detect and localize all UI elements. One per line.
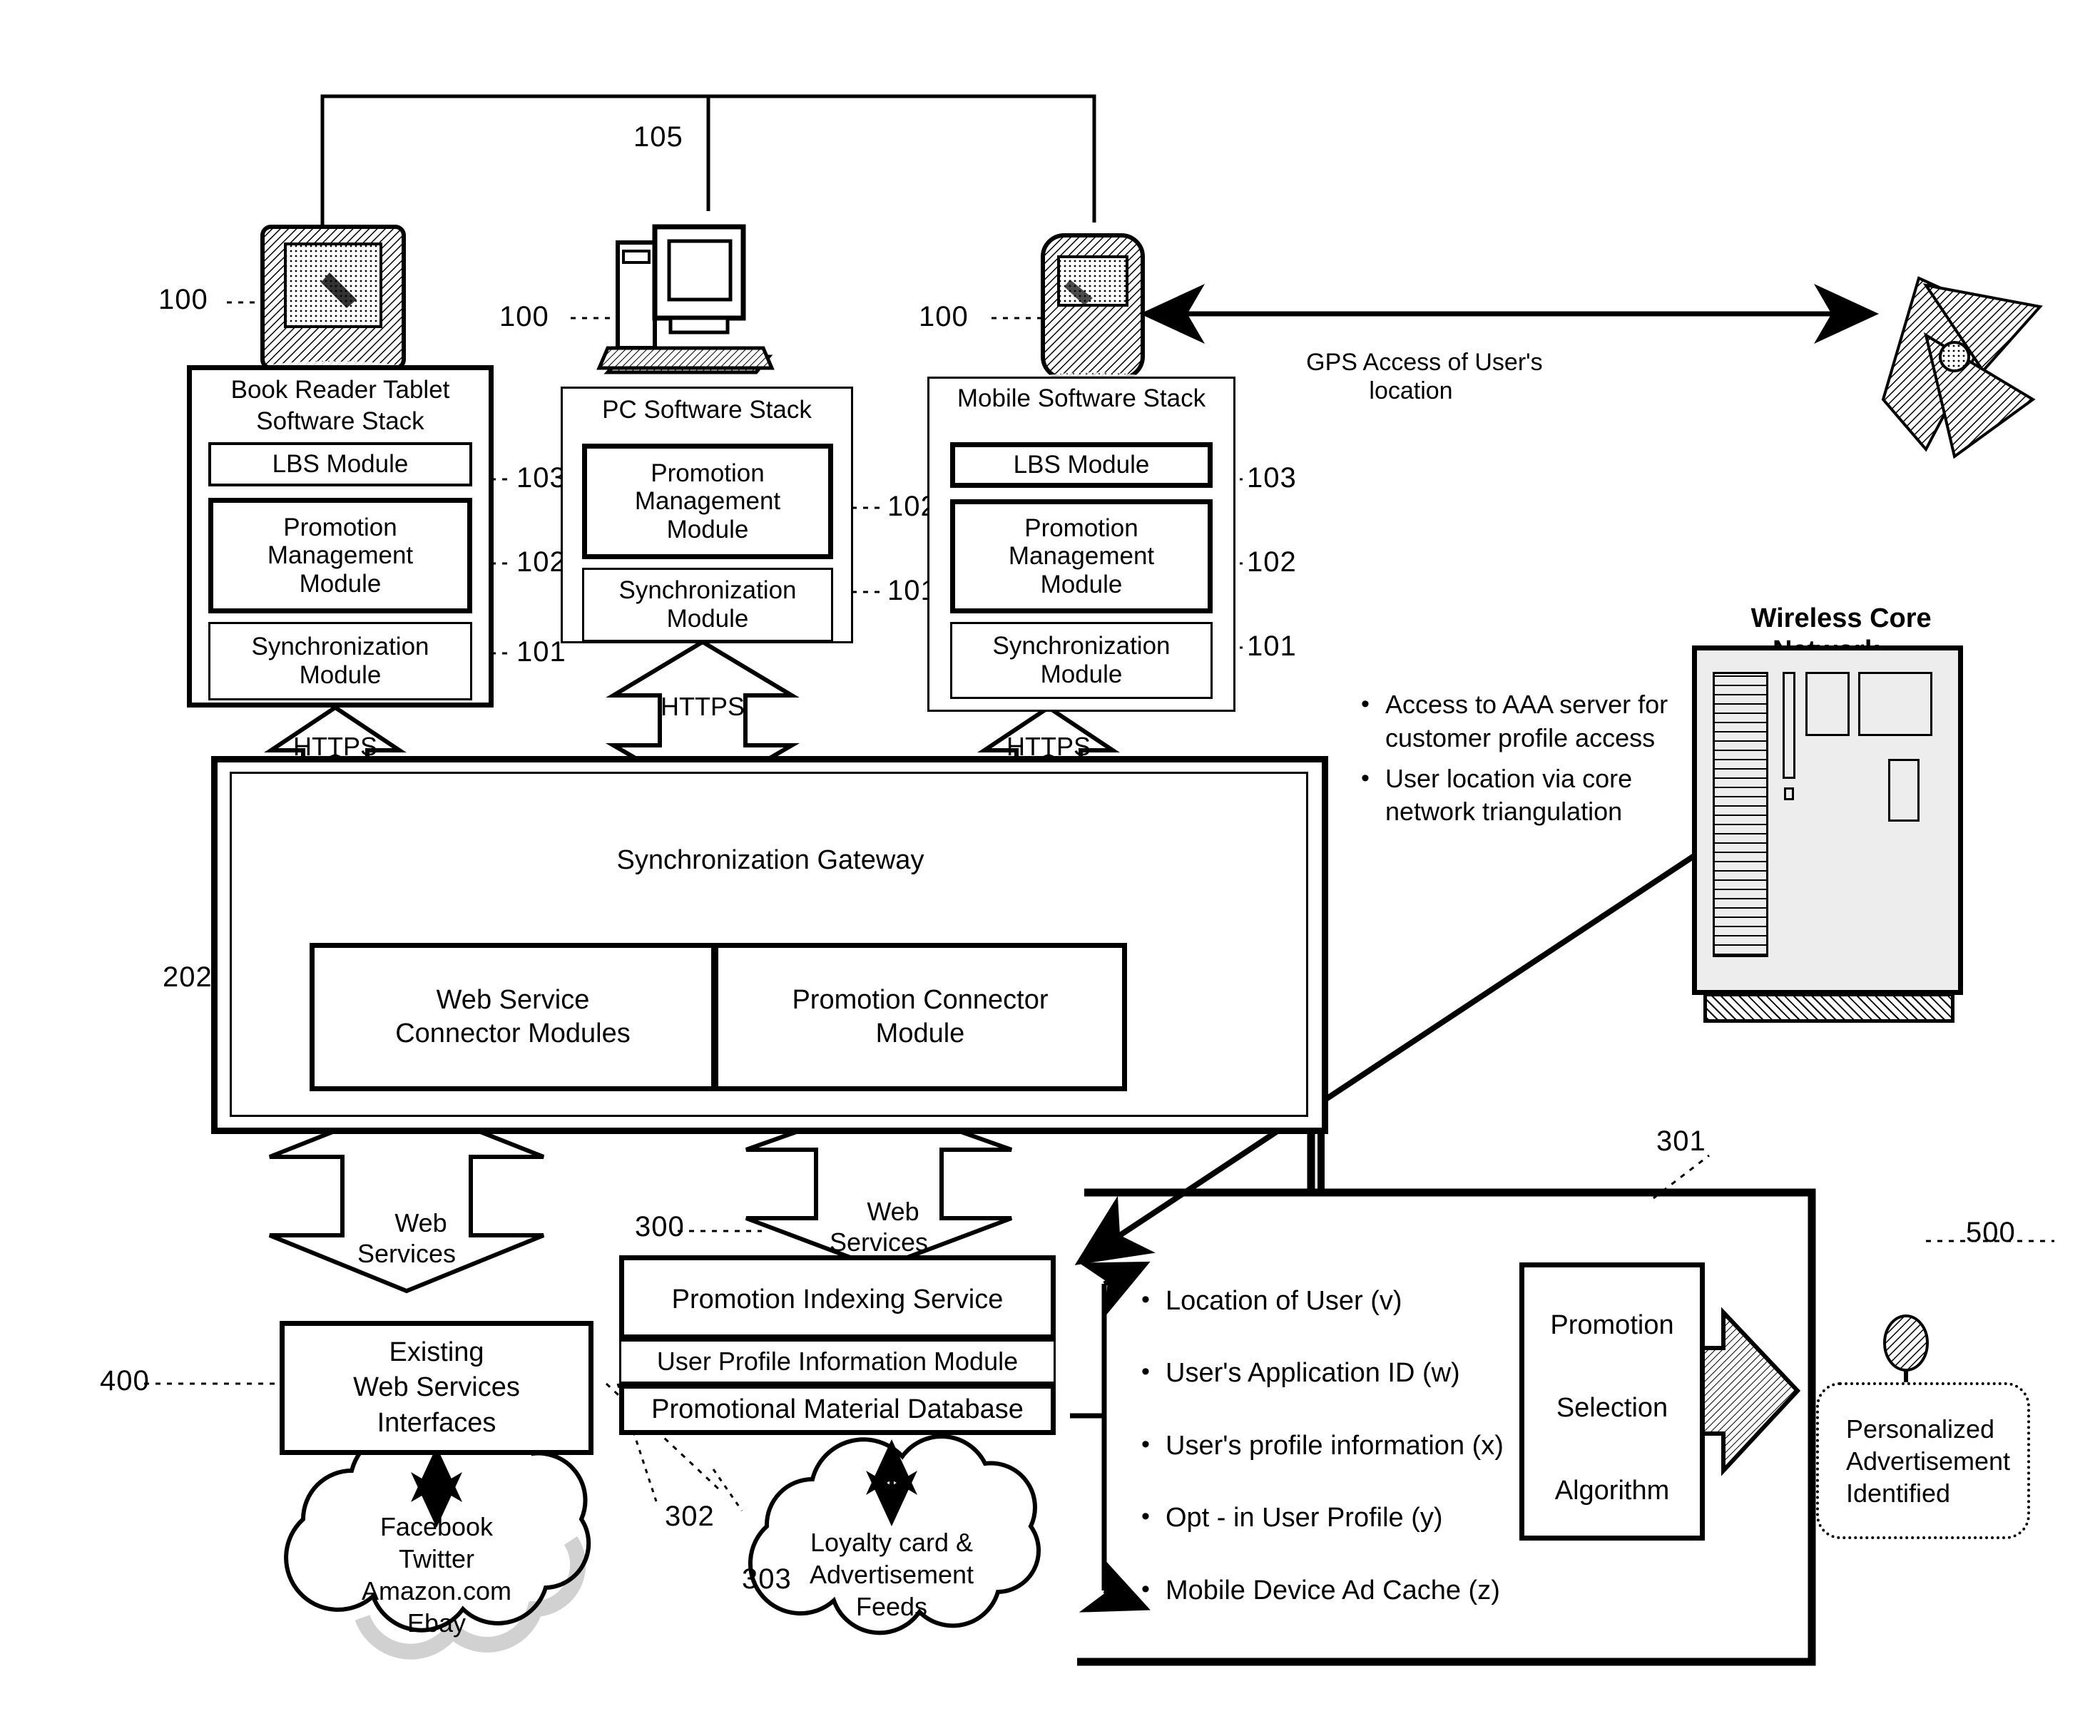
indexing-to-inputs-bracket xyxy=(1070,1261,1151,1613)
mobile-phone-icon xyxy=(1027,233,1158,392)
existing-web-services-interfaces: Existing Web Services Interfaces xyxy=(280,1321,593,1455)
ref-400-existing-web-services: 400 xyxy=(100,1365,150,1397)
ref-100-tablet: 100 xyxy=(158,284,208,315)
patent-figure-canvas: 100 100 100 105 103 102 101 102 101 103 … xyxy=(0,0,2100,1736)
social-cloud-label: Facebook Twitter Amazon.com Ebay xyxy=(361,1512,512,1638)
selection-input-3: User's profile information (x) xyxy=(1136,1429,1542,1464)
web-service-connector-modules: Web Service Connector Modules xyxy=(310,943,716,1091)
wireless-core-bullets: Access to AAA server for customer profil… xyxy=(1355,688,1691,836)
promotion-connector-module: Promotion Connector Module xyxy=(713,943,1127,1091)
ref-103-mobile-lbs: 103 xyxy=(1247,462,1297,494)
ref-102-tablet-promo: 102 xyxy=(516,546,566,578)
promotional-material-database: Promotional Material Database xyxy=(619,1384,1056,1435)
promotion-selection-algorithm: Promotion Selection Algorithm xyxy=(1519,1262,1705,1541)
ref-105-bus: 105 xyxy=(633,121,683,153)
tablet-synchronization-module: Synchronization Module xyxy=(208,622,472,700)
pc-stack-title-line1: PC Software Stack xyxy=(602,396,812,424)
promotion-indexing-service: Promotion Indexing Service xyxy=(619,1255,1056,1339)
loyalty-cloud-label: Loyalty card & Advertisement Feeds xyxy=(809,1528,974,1621)
cabinet-module-a xyxy=(1805,672,1850,736)
selection-input-2: User's Application ID (w) xyxy=(1136,1356,1542,1391)
user-profile-information-module: User Profile Information Module xyxy=(619,1339,1056,1384)
tablet-promotion-management-module: Promotion Management Module xyxy=(208,498,472,613)
promotion-selection-line-3: Algorithm xyxy=(1554,1476,1670,1506)
ref-103-tablet-lbs: 103 xyxy=(516,462,566,494)
cabinet-module-c xyxy=(1888,759,1920,822)
web-services-label-left: Web Services xyxy=(357,1208,457,1268)
https-label-pc: HTTPS xyxy=(660,692,745,721)
selection-input-5: Mobile Device Ad Cache (z) xyxy=(1136,1573,1542,1608)
ref-500-personalized-ad: 500 xyxy=(1966,1217,2016,1248)
promotion-selection-line-1: Promotion xyxy=(1550,1310,1674,1340)
promotion-indexing-service-title: Promotion Indexing Service xyxy=(671,1285,1004,1314)
ref-202-web-service-connector: 202 xyxy=(163,961,213,993)
promotion-selection-line-2: Selection xyxy=(1556,1393,1668,1423)
ref-302-user-profile-module: 302 xyxy=(665,1501,715,1532)
pc-synchronization-module: Synchronization Module xyxy=(582,568,833,642)
gps-access-label: GPS Access of User's location xyxy=(1306,349,1543,405)
cabinet-slot-thin xyxy=(1783,672,1795,779)
mobile-stack-title-line1: Mobile Software Stack xyxy=(957,384,1206,412)
bus-105-connector xyxy=(320,94,1096,227)
wireless-core-network-cabinet xyxy=(1692,645,1963,995)
ref-100-pc: 100 xyxy=(499,301,549,332)
tablet-stack-title-line2: Software Stack xyxy=(256,407,424,435)
wireless-core-bullet-2: User location via core network triangula… xyxy=(1355,762,1691,829)
pc-desktop-icon xyxy=(596,224,775,374)
ref-100-mobile: 100 xyxy=(919,301,969,332)
personalized-advertisement-identified: Personalized Advertisement Identified xyxy=(1816,1382,2030,1539)
cabinet-module-b xyxy=(1858,672,1932,736)
ref-301-promotion-selection: 301 xyxy=(1656,1125,1706,1157)
ref-101-tablet-sync: 101 xyxy=(516,636,566,668)
mobile-promotion-management-module: Promotion Management Module xyxy=(950,499,1213,613)
selection-to-ad-arrow xyxy=(1697,1307,1801,1476)
pc-promotion-management-module: Promotion Management Module xyxy=(582,444,833,559)
ref-101-mobile-sync: 101 xyxy=(1247,630,1297,662)
tablet-lbs-module: LBS Module xyxy=(208,442,472,486)
satellite-dish-icon xyxy=(1881,276,2043,459)
selection-input-1: Location of User (v) xyxy=(1136,1284,1542,1319)
tablet-stack-title-line1: Book Reader Tablet xyxy=(230,376,450,404)
wireless-core-network-base xyxy=(1703,993,1954,1023)
cabinet-led xyxy=(1784,787,1794,800)
book-reader-tablet-icon xyxy=(245,225,419,387)
mobile-synchronization-module: Synchronization Module xyxy=(950,622,1213,699)
promotion-selection-inputs: Location of User (v) User's Application … xyxy=(1136,1284,1542,1615)
mobile-lbs-module: LBS Module xyxy=(950,442,1213,488)
selection-input-4: Opt - in User Profile (y) xyxy=(1136,1501,1542,1536)
cabinet-rack-slots xyxy=(1713,672,1768,957)
wireless-core-bullet-1: Access to AAA server for customer profil… xyxy=(1355,688,1691,755)
ref-102-mobile-promo: 102 xyxy=(1247,546,1297,578)
synchronization-gateway-title: Synchronization Gateway xyxy=(616,845,924,875)
ref-300-promotion-indexing: 300 xyxy=(635,1211,685,1242)
